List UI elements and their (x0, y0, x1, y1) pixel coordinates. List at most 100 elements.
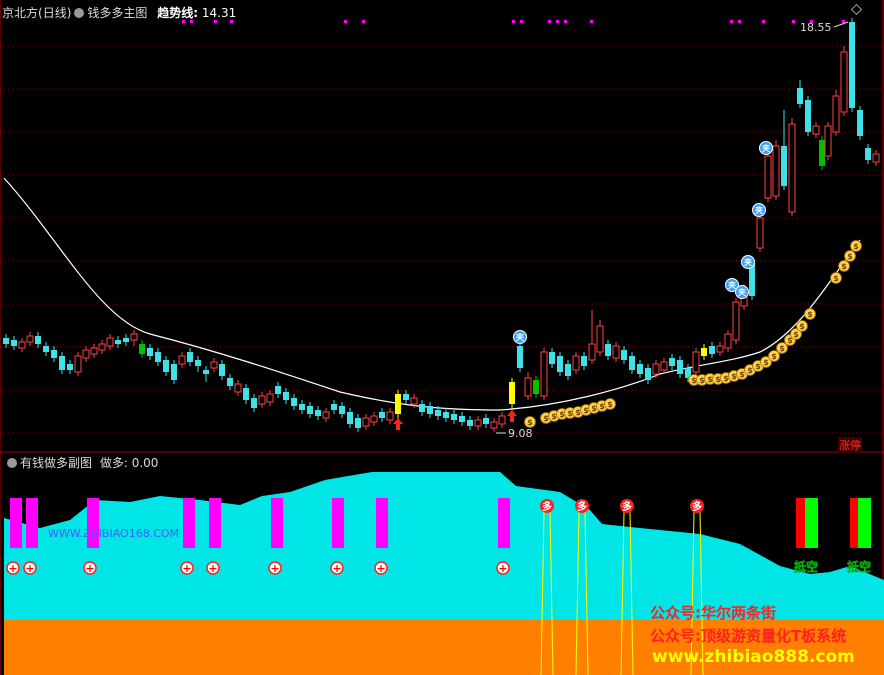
candle-body (490, 421, 498, 429)
short-marker-label: 抵空 (794, 559, 818, 574)
candle-body (123, 338, 129, 342)
money-bag-label: $ (799, 322, 805, 331)
candle-body (872, 153, 880, 163)
candle-body (139, 344, 145, 354)
signal-dot (738, 20, 741, 23)
sub-watermark-url: WWW.ZHIBIAO168.COM (48, 527, 180, 540)
candle-body (772, 145, 780, 197)
candle-body (645, 368, 651, 380)
candle-body (732, 301, 740, 341)
money-bag-label: $ (607, 400, 613, 409)
duo-marker-label: 多 (622, 500, 632, 513)
signal-dot (520, 20, 523, 23)
candle-body (43, 346, 49, 352)
candle-body (540, 351, 548, 397)
money-bag-label: $ (833, 274, 839, 283)
candle-body (299, 404, 305, 410)
candle-body (315, 410, 321, 416)
duo-marker-label: 多 (692, 500, 702, 513)
candle-body (90, 347, 98, 355)
signal-dot (556, 20, 559, 23)
money-bag-label: $ (527, 418, 533, 427)
candle-body (581, 356, 587, 366)
candle-body (724, 333, 732, 349)
candle-body (26, 335, 34, 343)
signal-dot (730, 20, 733, 23)
stock-name[interactable]: 京北方 (2, 6, 38, 20)
candle-body (865, 148, 871, 160)
main-indicator-name[interactable]: 钱多多主图 (87, 6, 147, 20)
plus-marker-label: + (332, 562, 341, 575)
candle-body (147, 348, 153, 356)
signal-dot (590, 20, 593, 23)
candle-body (362, 417, 370, 427)
signal-dot (344, 20, 347, 23)
candle-body (74, 355, 82, 373)
candle-body (764, 155, 772, 199)
candle-body (163, 360, 169, 372)
candle-body (195, 360, 201, 366)
dropdown-icon[interactable] (74, 8, 85, 18)
candle-body (612, 345, 620, 359)
candle-body (243, 388, 249, 400)
candle-body (419, 404, 425, 412)
candle-body (155, 352, 161, 362)
period-label[interactable]: (日线) (38, 6, 71, 20)
high-price-label: 18.55 (800, 21, 832, 34)
candle-body (849, 22, 855, 108)
money-bag-label: $ (793, 330, 799, 339)
candle-body (67, 364, 73, 370)
candle-body (82, 349, 90, 359)
plus-marker-label: + (498, 562, 507, 575)
candle-body (210, 361, 218, 369)
signal-dot (792, 20, 795, 23)
candle-body (291, 398, 297, 406)
limit-up-badge: 涨停 (838, 437, 862, 453)
money-bag-label: $ (779, 344, 785, 353)
candle-body (819, 140, 825, 166)
magenta-bar (498, 498, 510, 548)
window-toggle-icon (850, 3, 863, 16)
sub-indicator-name[interactable]: 有钱做多副图 (20, 456, 92, 470)
candle-body (3, 338, 9, 344)
candle-body (812, 125, 820, 135)
up-arrow-icon (507, 410, 517, 422)
candle-body (660, 361, 668, 371)
magenta-bar (10, 498, 22, 548)
candle-body (307, 406, 313, 414)
candle-body (533, 380, 539, 394)
candle-body (427, 406, 433, 414)
candle-body (459, 416, 465, 422)
candle-body (203, 370, 209, 374)
signal-dot (548, 20, 551, 23)
plus-marker-label: + (376, 562, 385, 575)
duo-marker-label: 多 (542, 500, 552, 513)
candle-body (621, 350, 627, 360)
chart-canvas[interactable]: + + + + + + + + +多多多多抵空 抵空 $ $ $ $ $ $ $ $ $ $$ $ $ $ $ $ $ $ $ $$$… (0, 0, 884, 675)
candle-body (227, 378, 233, 386)
candle-body (709, 346, 715, 354)
candle-body (435, 410, 441, 416)
candle-body (701, 348, 707, 356)
candle-body (322, 411, 330, 419)
money-bag-label: $ (807, 310, 813, 319)
plus-marker-label: + (270, 562, 279, 575)
candle-body (716, 345, 724, 353)
candle-body (840, 51, 848, 113)
candle-body (549, 352, 555, 364)
high-price-pointer (833, 21, 849, 28)
candle-body (35, 336, 41, 344)
magenta-bar (332, 498, 344, 548)
dropdown-icon[interactable] (7, 458, 17, 468)
red-bar (796, 498, 805, 548)
jump-marker-label: 夹 (762, 143, 770, 153)
candle-body (637, 364, 643, 374)
candle-body (652, 363, 660, 375)
candle-body (98, 343, 106, 351)
signal-dot (762, 20, 765, 23)
candle-body (572, 355, 580, 371)
candle-body (509, 382, 515, 404)
candle-body (395, 394, 401, 414)
candle-body (258, 395, 266, 405)
watermark-line-2: 公众号:顶级游资量化T板系统 (650, 627, 847, 645)
